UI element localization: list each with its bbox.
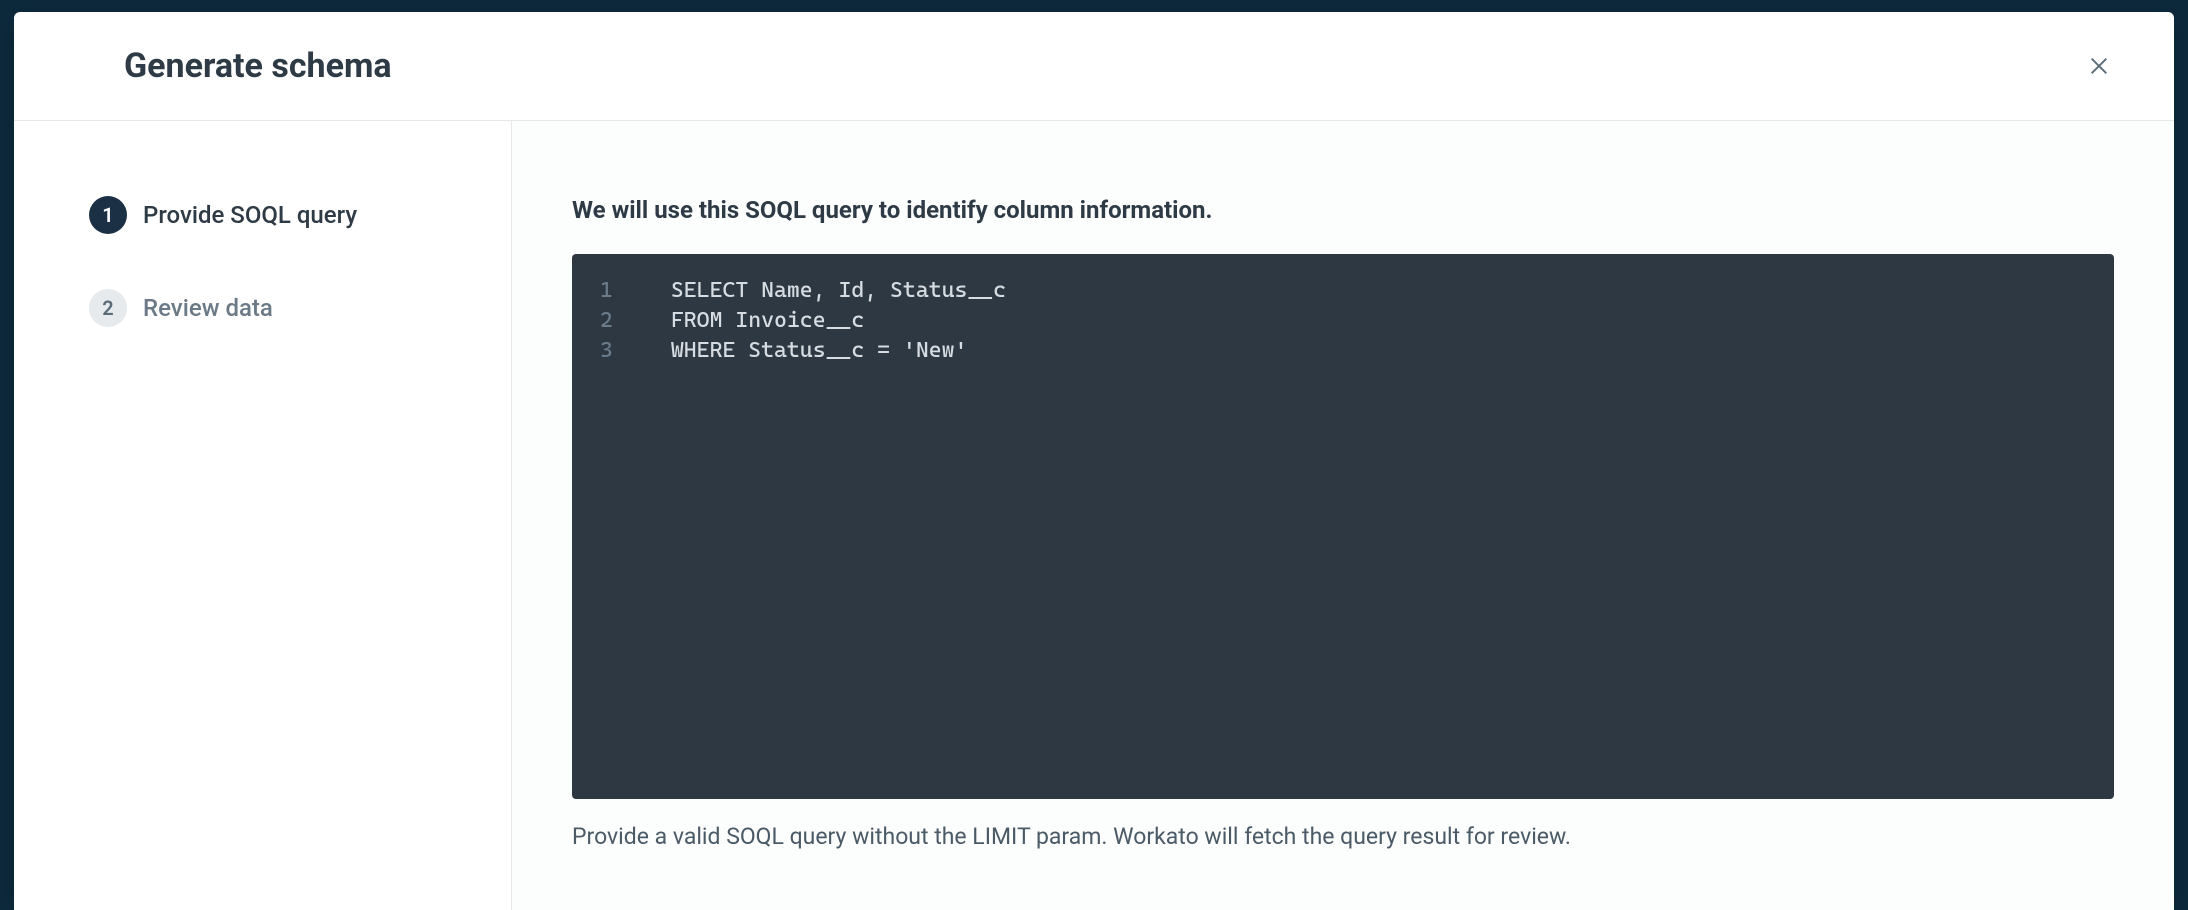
code-content[interactable]: SELECT Name, Id, Status__c FROM Invoice_… (641, 276, 2114, 777)
step-label: Provide SOQL query (143, 201, 357, 229)
steps-sidebar: 1 Provide SOQL query 2 Review data (14, 121, 512, 910)
line-number: 3 (600, 336, 613, 366)
code-line: FROM Invoice__c (671, 306, 2114, 336)
line-number-gutter: 1 2 3 (572, 276, 641, 777)
generate-schema-modal: Generate schema 1 Provide SOQL query 2 R… (14, 12, 2174, 910)
code-line: SELECT Name, Id, Status__c (671, 276, 2114, 306)
line-number: 1 (600, 276, 613, 306)
hint-text: Provide a valid SOQL query without the L… (572, 821, 2114, 853)
modal-title: Generate schema (124, 46, 392, 86)
code-line: WHERE Status__c = 'New' (671, 336, 2114, 366)
step-number-badge: 1 (89, 196, 127, 234)
step-number-badge: 2 (89, 289, 127, 327)
line-number: 2 (600, 306, 613, 336)
close-button[interactable] (2079, 46, 2119, 86)
main-content: We will use this SOQL query to identify … (512, 121, 2174, 910)
step-review-data[interactable]: 2 Review data (89, 289, 471, 327)
close-icon (2088, 55, 2110, 77)
instruction-text: We will use this SOQL query to identify … (572, 196, 2114, 224)
step-label: Review data (143, 294, 273, 322)
step-provide-soql[interactable]: 1 Provide SOQL query (89, 196, 471, 234)
soql-code-editor[interactable]: 1 2 3 SELECT Name, Id, Status__c FROM In… (572, 254, 2114, 799)
modal-body: 1 Provide SOQL query 2 Review data We wi… (14, 121, 2174, 910)
modal-header: Generate schema (14, 12, 2174, 121)
